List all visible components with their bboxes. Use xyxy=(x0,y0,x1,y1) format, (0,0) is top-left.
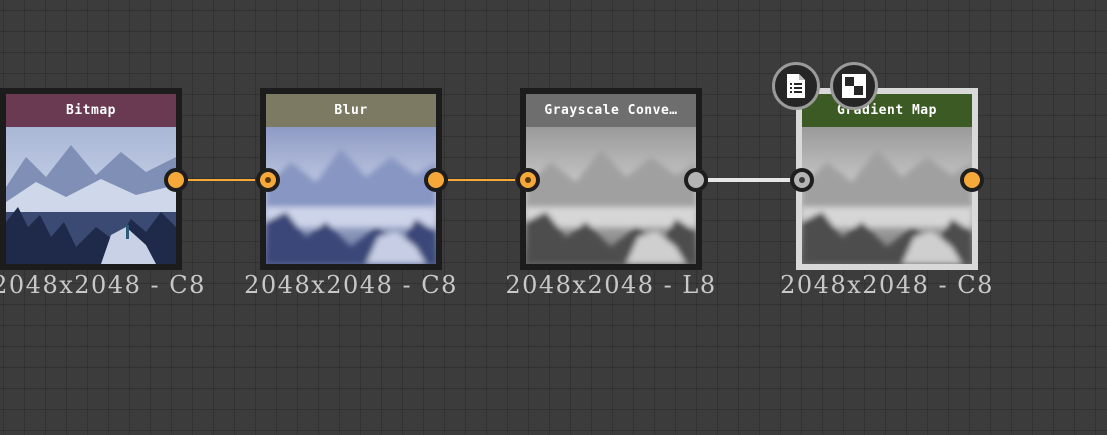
node-resolution: 2048x2048 - C8 xyxy=(0,271,206,299)
node-resolution: 2048x2048 - C8 xyxy=(244,271,458,299)
node-title: Grayscale Conve… xyxy=(526,94,696,127)
node-resolution: 2048x2048 - L8 xyxy=(505,271,717,299)
node-grayscale-conversion[interactable]: Grayscale Conve… xyxy=(516,88,708,270)
node-title: Blur xyxy=(266,94,436,127)
document-list-badge[interactable] xyxy=(772,62,820,110)
node-title: Gradient Map xyxy=(802,94,972,127)
node-thumbnail xyxy=(526,127,696,264)
checker-pattern-badge[interactable] xyxy=(830,62,878,110)
node-thumbnail xyxy=(6,127,176,264)
node-blur[interactable]: Blur xyxy=(256,88,448,270)
node-resolution: 2048x2048 - C8 xyxy=(780,271,994,299)
node-thumbnail xyxy=(802,127,972,264)
node-thumbnail xyxy=(266,127,436,264)
output-port[interactable] xyxy=(164,168,188,192)
node-graph-canvas[interactable]: Bitmap 2048x2048 - C8 Blur 2048x2048 - C… xyxy=(0,0,1107,435)
node-bitmap[interactable]: Bitmap xyxy=(0,88,188,270)
checker-pattern-icon xyxy=(842,74,866,98)
output-port[interactable] xyxy=(960,168,984,192)
document-list-icon xyxy=(787,74,805,98)
output-port[interactable] xyxy=(684,168,708,192)
input-port[interactable] xyxy=(256,168,280,192)
node-gradient-map[interactable]: Gradient Map xyxy=(790,88,984,270)
output-port[interactable] xyxy=(424,168,448,192)
node-title: Bitmap xyxy=(6,94,176,127)
input-port[interactable] xyxy=(516,168,540,192)
input-port[interactable] xyxy=(790,168,814,192)
